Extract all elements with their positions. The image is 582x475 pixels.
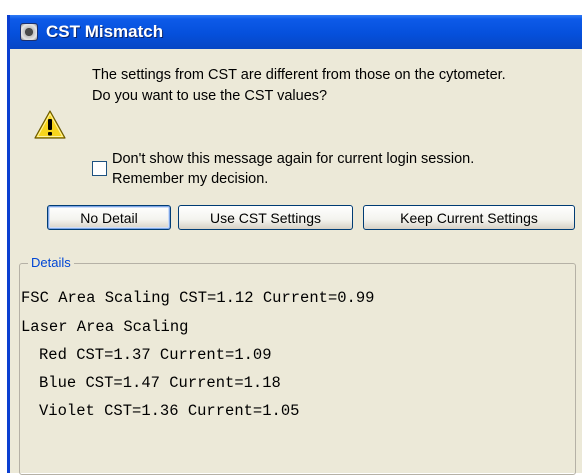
checkbox-label-line-1: Don't show this message again for curren… [112,151,475,167]
checkbox-label-line-2: Remember my decision. [112,171,269,187]
no-detail-button[interactable]: No Detail [47,205,171,230]
app-icon [20,23,38,41]
keep-current-settings-button[interactable]: Keep Current Settings [363,205,575,230]
message-line-1: The settings from CST are different from… [92,67,506,83]
warning-icon [34,110,66,139]
use-cst-settings-button[interactable]: Use CST Settings [178,205,353,230]
message-line-2: Do you want to use the CST values? [92,88,328,104]
remember-decision-label[interactable]: Don't show this message again for curren… [112,149,474,189]
cst-mismatch-dialog: CST Mismatch The settings from CST are d… [7,15,582,475]
detail-line-blue: Blue CST=1.47 Current=1.18 [39,374,281,392]
detail-line-fsc: FSC Area Scaling CST=1.12 Current=0.99 [21,289,375,307]
title-bar[interactable]: CST Mismatch [10,15,582,49]
message-text: The settings from CST are different from… [92,65,506,107]
remember-decision-checkbox[interactable] [92,161,107,176]
details-legend: Details [28,255,74,270]
window-title: CST Mismatch [46,22,164,41]
detail-line-laser: Laser Area Scaling [21,318,189,336]
detail-line-red: Red CST=1.37 Current=1.09 [39,346,272,364]
detail-line-violet: Violet CST=1.36 Current=1.05 [39,402,300,420]
